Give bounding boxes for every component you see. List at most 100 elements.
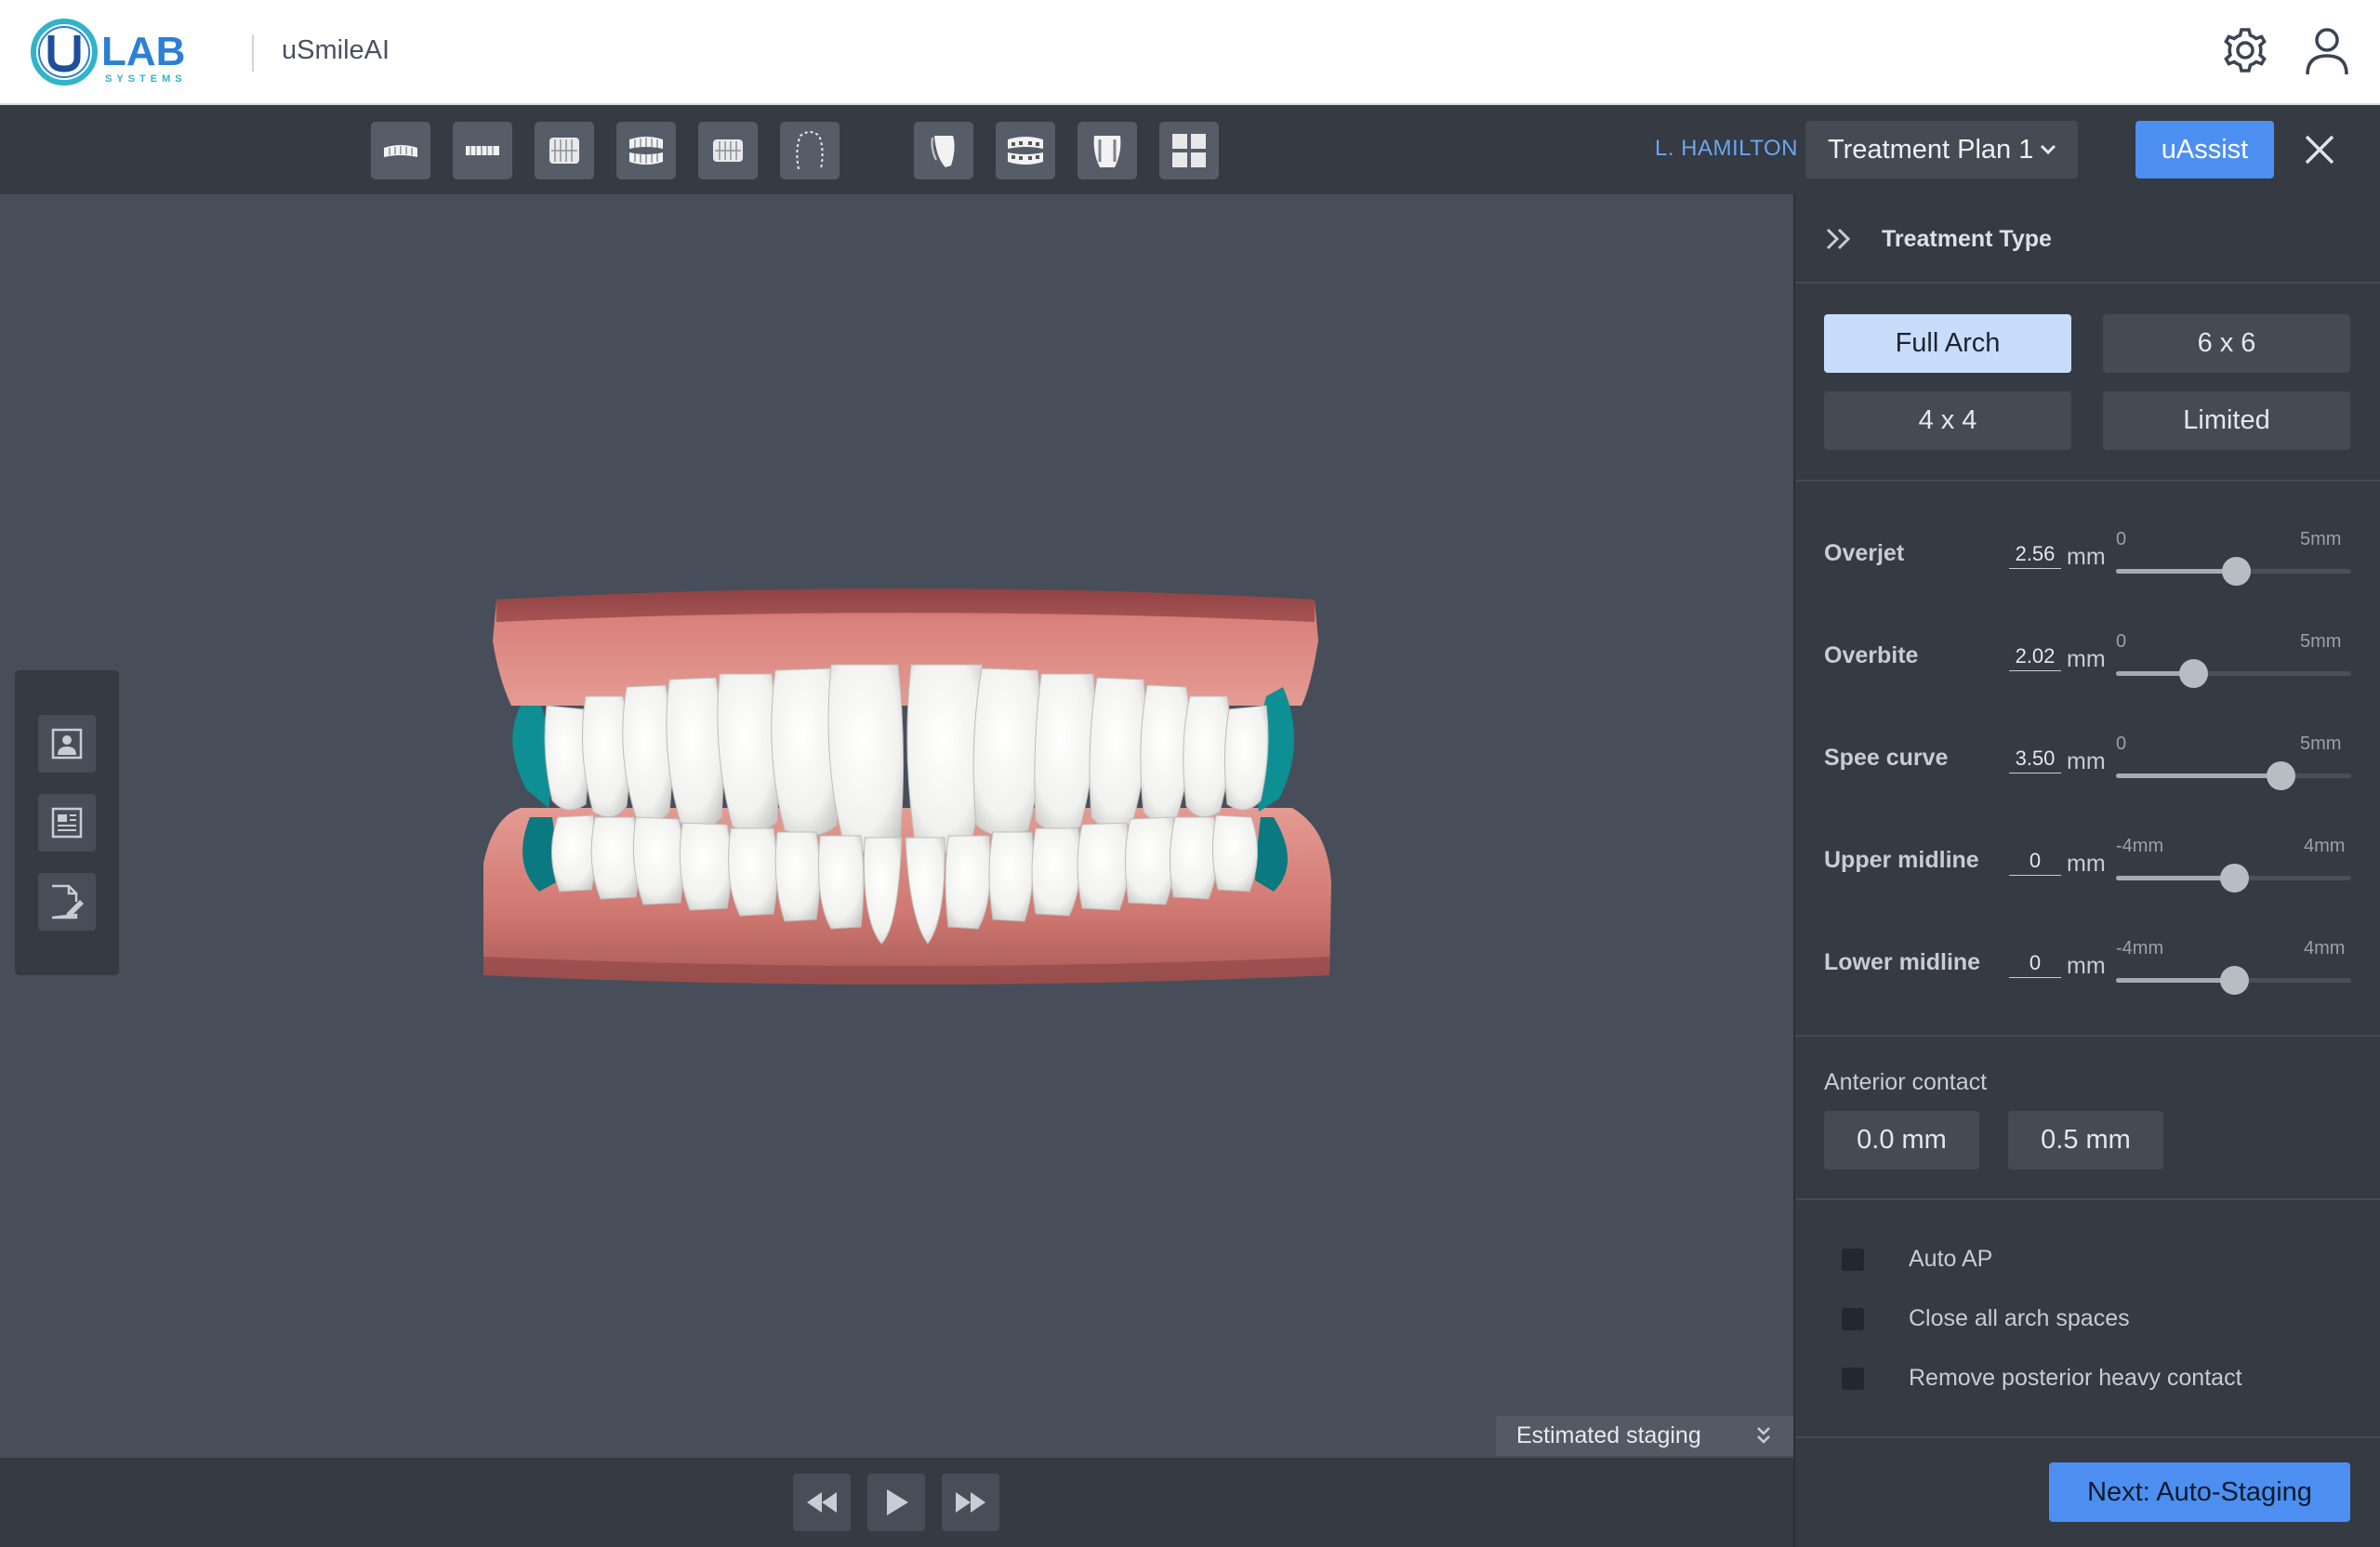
treatment-type-full-arch[interactable]: Full Arch: [1824, 314, 2071, 373]
remove-posterior-contact-checkbox[interactable]: [1842, 1368, 1864, 1390]
anterior-contact-label: Anterior contact: [1824, 1069, 1988, 1095]
spee-curve-slider[interactable]: [2116, 761, 2351, 790]
next-auto-staging-button[interactable]: Next: Auto-Staging: [2049, 1462, 2350, 1522]
right-view-icon: [713, 139, 743, 162]
overjet-min: 0: [2116, 529, 2127, 549]
occlusal-outline-icon: [796, 131, 824, 170]
records-button[interactable]: [38, 794, 96, 852]
fast-forward-button[interactable]: [942, 1474, 999, 1531]
front-open-button[interactable]: [616, 122, 676, 179]
overbite-max: 5mm: [2300, 631, 2342, 652]
records-icon: [51, 807, 83, 839]
lower-midline-unit: mm: [2067, 953, 2106, 979]
overjet-max: 5mm: [2300, 529, 2342, 549]
treatment-type-6x6[interactable]: 6 x 6: [2103, 314, 2350, 373]
spee-curve-min: 0: [2116, 734, 2127, 754]
upper-midline-input[interactable]: 0: [2009, 849, 2061, 876]
ulab-logo: LAB SYSTEMS: [31, 19, 187, 86]
spee-curve-slider-fill: [2116, 774, 2281, 778]
right-view-button[interactable]: [698, 122, 758, 179]
front-view-icon: [384, 145, 417, 157]
treatment-plan-label: Treatment Plan 1: [1828, 135, 2034, 165]
close-arch-spaces-checkbox[interactable]: [1842, 1308, 1864, 1330]
panel-header: Treatment Type: [1795, 194, 2380, 284]
upper-midline-slider[interactable]: [2116, 864, 2351, 892]
user-account-icon[interactable]: [2299, 22, 2355, 78]
anterior-contact-0-5[interactable]: 0.5 mm: [2008, 1111, 2163, 1170]
back-view-icon: [466, 146, 499, 155]
overbite-slider-thumb[interactable]: [2179, 659, 2209, 688]
double-chevron-down-icon: [1757, 1427, 1770, 1444]
spee-curve-max: 5mm: [2300, 734, 2342, 754]
upper-midline-label: Upper midline: [1824, 847, 1979, 873]
side-toolbar: [15, 670, 119, 975]
gear-icon[interactable]: [2217, 22, 2273, 78]
overjet-input[interactable]: 2.56: [2009, 542, 2061, 569]
edit-notes-button[interactable]: [38, 873, 96, 931]
lower-midline-input[interactable]: 0: [2009, 951, 2061, 978]
close-icon[interactable]: [2300, 130, 2339, 169]
svg-text:SYSTEMS: SYSTEMS: [105, 73, 187, 85]
overbite-unit: mm: [2067, 646, 2106, 672]
spee-curve-unit: mm: [2067, 748, 2106, 774]
left-view-button[interactable]: [535, 122, 594, 179]
panel-title: Treatment Type: [1882, 226, 2052, 252]
dental-model[interactable]: [437, 585, 1376, 994]
lower-midline-slider-fill: [2116, 978, 2234, 983]
overjet-label: Overjet: [1824, 540, 1905, 566]
back-view-button[interactable]: [453, 122, 512, 179]
3d-viewport[interactable]: [0, 194, 1793, 1458]
patient-info-button[interactable]: [38, 715, 96, 773]
lower-midline-slider[interactable]: [2116, 966, 2351, 995]
treatment-panel: Treatment Type Full Arch 6 x 6 4 x 4 Lim…: [1793, 194, 2380, 1547]
section-divider: [1795, 1198, 2380, 1200]
overbite-input[interactable]: 2.02: [2009, 644, 2061, 671]
uassist-button[interactable]: uAssist: [2135, 121, 2274, 178]
tooth-outline-tool-button[interactable]: [1078, 122, 1137, 179]
section-divider: [1795, 480, 2380, 482]
close-arch-spaces-label: Close all arch spaces: [1909, 1305, 2130, 1331]
app-name: uSmileAI: [282, 35, 390, 65]
spee-curve-input[interactable]: 3.50: [2009, 747, 2061, 774]
tooth-outline-icon: [1093, 136, 1121, 167]
treatment-type-limited[interactable]: Limited: [2103, 391, 2350, 450]
attachments-tool-button[interactable]: [996, 122, 1055, 179]
rewind-button[interactable]: [793, 1474, 851, 1531]
tooth-tool-button[interactable]: [914, 122, 973, 179]
anterior-contact-0-0[interactable]: 0.0 mm: [1824, 1111, 1979, 1170]
estimated-staging-label: Estimated staging: [1516, 1422, 1701, 1448]
occlusal-view-button[interactable]: [780, 122, 840, 179]
auto-ap-checkbox[interactable]: [1842, 1249, 1864, 1271]
playback-bar: [0, 1458, 1793, 1547]
lower-midline-slider-thumb[interactable]: [2219, 966, 2249, 995]
remove-posterior-contact-label: Remove posterior heavy contact: [1909, 1365, 2242, 1391]
section-divider: [1795, 1436, 2380, 1438]
left-view-icon: [549, 138, 579, 164]
upper-midline-unit: mm: [2067, 851, 2106, 877]
front-view-button[interactable]: [371, 122, 430, 179]
auto-ap-label: Auto AP: [1909, 1246, 1993, 1272]
upper-midline-min: -4mm: [2116, 836, 2164, 856]
collapse-panel-icon[interactable]: [1824, 226, 1854, 252]
grid-icon: [1172, 134, 1206, 167]
svg-text:LAB: LAB: [101, 29, 185, 74]
overjet-slider[interactable]: [2116, 557, 2351, 586]
overbite-slider[interactable]: [2116, 659, 2351, 688]
grid-tool-button[interactable]: [1159, 122, 1219, 179]
attachments-icon: [1008, 137, 1043, 165]
overjet-slider-thumb[interactable]: [2222, 557, 2252, 586]
spee-curve-slider-thumb[interactable]: [2267, 761, 2296, 790]
lower-midline-min: -4mm: [2116, 938, 2164, 959]
fast-forward-icon: [956, 1492, 985, 1513]
play-button[interactable]: [867, 1474, 925, 1531]
treatment-type-4x4[interactable]: 4 x 4: [1824, 391, 2071, 450]
upper-midline-slider-thumb[interactable]: [2219, 864, 2249, 892]
edit-notes-icon: [51, 884, 84, 919]
overbite-min: 0: [2116, 631, 2127, 652]
treatment-plan-select[interactable]: Treatment Plan 1: [1805, 121, 2078, 178]
spee-curve-label: Spee curve: [1824, 745, 1949, 771]
estimated-staging-toggle[interactable]: Estimated staging: [1496, 1416, 1793, 1456]
overjet-unit: mm: [2067, 544, 2106, 570]
tooth-icon: [931, 136, 955, 167]
section-divider: [1795, 1035, 2380, 1037]
